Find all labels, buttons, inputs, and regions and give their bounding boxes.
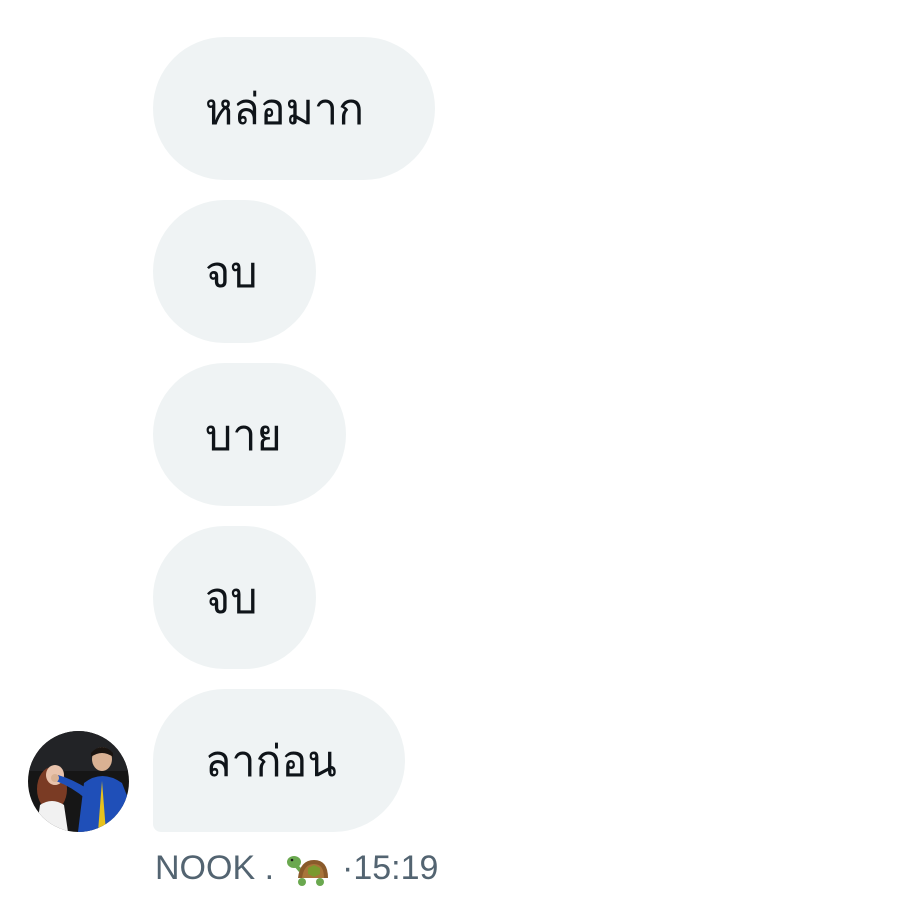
message-bubble[interactable]: ลาก่อน — [153, 689, 405, 832]
message-time: 15:19 — [353, 848, 439, 887]
message-bubble[interactable]: บาย — [153, 363, 346, 506]
message-bubble[interactable]: หล่อมาก — [153, 37, 435, 180]
message-text: จบ — [205, 247, 258, 298]
meta-separator: · — [342, 848, 354, 887]
avatar-photo — [28, 731, 129, 832]
message-bubble[interactable]: จบ — [153, 200, 316, 343]
message-text: จบ — [205, 573, 258, 624]
message-text: บาย — [205, 410, 282, 461]
message-meta: NOOK . · 15:19 — [155, 842, 438, 894]
message-text: หล่อมาก — [205, 84, 365, 135]
sender-name[interactable]: NOOK . — [155, 849, 274, 888]
avatar[interactable] — [28, 731, 129, 832]
message-bubble[interactable]: จบ — [153, 526, 316, 669]
turtle-icon — [286, 848, 330, 888]
message-text: ลาก่อน — [205, 736, 337, 787]
